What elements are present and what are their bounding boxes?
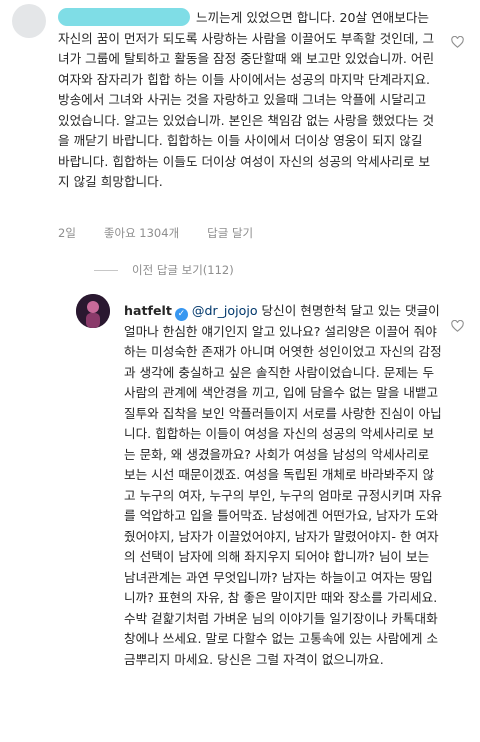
avatar-photo (76, 294, 110, 328)
heart-outline-icon[interactable] (451, 36, 464, 48)
view-previous-replies-label[interactable]: 이전 답글 보기(112) (132, 262, 234, 278)
verified-badge-icon: ✓ (174, 308, 188, 321)
comment-time: 2일 (58, 226, 76, 240)
reply-avatar[interactable] (76, 294, 110, 328)
reply-username[interactable]: hatfelt (124, 303, 172, 318)
comment-text: 느끼는게 있었으면 합니다. 20살 연애보다는 자신의 꿈이 먼저가 되도록 … (58, 10, 435, 189)
view-previous-replies[interactable]: 이전 답글 보기(112) (94, 262, 234, 278)
reply-text: hatfelt ✓ @dr_jojojo 당신이 현명한척 달고 있는 댓글이 얼… (124, 303, 443, 667)
heart-outline-icon[interactable] (451, 320, 464, 332)
reply-button[interactable]: 답글 달기 (207, 225, 253, 241)
reply-mention[interactable]: @dr_jojojo (192, 303, 258, 318)
comment-likes[interactable]: 좋아요 1304개 (104, 225, 179, 241)
comment-meta: 2일 좋아요 1304개 답글 달기 (58, 225, 253, 241)
replies-divider (94, 269, 118, 271)
commenter-avatar[interactable] (12, 4, 46, 38)
